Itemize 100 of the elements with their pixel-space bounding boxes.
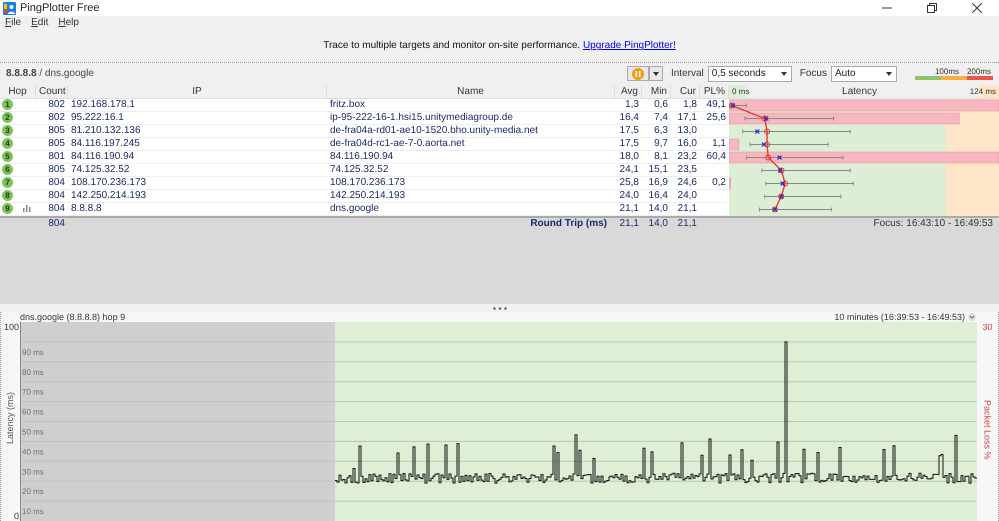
table-cell-text: 802 [47,112,66,124]
hop-number: 6 [2,164,13,176]
table-cell-text: 21,1 [618,202,640,215]
focus-range: Focus: 16:43:10 - 16:49:53 [872,218,994,229]
table-cell-text: 17,5 [618,124,640,137]
table-cell-text: 805 [47,138,66,150]
window-title: PingPlotter Free [20,2,100,14]
table-cell-text: 18,0 [618,150,640,163]
promo-text: Trace to multiple targets and monitor on-site performance. Upgrade PingPlotter! [323,40,676,52]
interval-select[interactable]: 0,5 seconds [708,66,792,82]
gridline-label: 10 ms [22,507,44,516]
table-cell-text: 74.125.32.52 [70,164,130,176]
table-cell-text: 23,2 [676,150,698,163]
table-cell-text: 84.116.197.245 [70,138,141,150]
latency-marker [778,167,784,174]
table-cell-text: 142.250.214.193 [329,190,406,202]
restore-icon [926,3,936,13]
axis-label: 30 [982,322,992,332]
latency-marker [754,128,770,134]
column-header[interactable]: Min [642,84,671,98]
table-row[interactable]: 8 804 142.250.214.193 142.250.214.193 24,0 16,4 24,0 [0,190,729,203]
latency-marker [762,115,769,122]
caret-icon [652,72,659,76]
table-cell-text: 84.116.190.94 [70,150,136,163]
bar-chart-icon[interactable] [23,205,31,212]
table-row[interactable]: 2 802 95.222.16.1 ip-95-222-16-1.hsi15.unitymediagroup.de 16,4 7,4 17,1 25,6 [0,112,729,125]
latency-column-header[interactable]: Latency [842,86,878,97]
table-cell-text: 16,4 [618,112,640,124]
table-cell-text: 1,3 [624,98,640,111]
table-cell-text: de-fra04d-rc1-ae-7-0.aorta.net [329,138,466,150]
gridline-label: 20 ms [22,487,44,496]
table-cell-text: 25,8 [618,176,640,189]
table-row[interactable]: 4 805 84.116.197.245 de-fra04d-rc1-ae-7-0.aorta.net 17,5 9,7 16,0 1,1 [0,138,729,151]
table-cell-text: 192.168.178.1 [70,98,136,111]
table-cell-text: 25,6 [706,112,727,124]
latency-range-whisker [730,102,747,108]
menu-item[interactable]: Help [58,17,79,28]
table-cell-text: 17,5 [618,138,640,150]
latency-marker [778,193,784,200]
table-cell-text: 95.222.16.1 [70,112,125,124]
graph-title: dns.google (8.8.8.8) hop 9 [20,312,126,322]
column-header[interactable]: Name [327,84,615,98]
table-cell-text: 24,0 [676,190,698,202]
hop-number: 4 [2,138,13,150]
gridline-label: 30 ms [22,467,44,476]
table-row[interactable]: 3 805 81.210.132.136 de-fra04a-rd01-ae10-1520.bho.unity-media.net 17,5 6,3 13,0 [0,124,729,138]
table-cell-text: 23,5 [676,164,698,176]
latency-marker [765,154,782,160]
chevron-down-icon[interactable] [968,313,976,322]
latency-max-label: 124 ms [970,86,996,96]
table-cell-text: 804 [47,176,66,189]
table-cell-text: 16,0 [676,138,698,150]
axis-label: 0 [14,511,19,521]
table-cell-text: 16,4 [648,190,669,202]
hop-number: 5 [2,151,13,162]
table-cell-text: 8.8.8.8 [70,202,103,215]
table-cell-text: 805 [47,164,66,176]
table-cell-text: 6,3 [653,124,669,137]
table-cell-text: 60,4 [706,150,727,163]
table-row[interactable]: 1 802 192.168.178.1 fritz.box 1,3 0,6 1,8 49,1 [0,98,729,112]
hop-number: 3 [2,125,13,136]
legend-label: 200ms [966,67,991,76]
target-title: 8.8.8.8 / dns.google [6,68,95,80]
axis-title: Latency (ms) [5,392,15,444]
focus-select[interactable]: Auto [831,66,897,82]
table-cell-text: 142.250.214.193 [70,190,148,202]
latency-marker [780,180,788,186]
dropdown-button[interactable] [648,66,663,82]
gridline-label: 50 ms [22,428,44,437]
column-header[interactable]: Count [36,84,68,98]
splitter-grip-icon[interactable] [492,306,506,310]
hop-number: 7 [2,177,13,188]
latency-marker [729,102,736,108]
table-cell-text: 16,9 [648,176,669,189]
gridline-label: 80 ms [22,368,44,377]
table-row[interactable]: 7 804 108.170.236.173 108.170.236.173 25,8 16,9 24,6 0,2 [0,176,729,190]
table-cell-text: 7,4 [653,112,669,124]
gridline-label: 40 ms [22,447,44,456]
menu-item[interactable]: Edit [31,17,48,28]
table-cell-text: ip-95-222-16-1.hsi15.unitymediagroup.de [329,112,514,124]
table-cell-text: 802 [47,98,66,111]
table-row[interactable]: 5 801 84.116.190.94 84.116.190.94 18,0 8,1 23,2 60,4 [0,150,729,164]
column-header[interactable]: Cur [671,84,700,98]
table-cell-text: 74.125.32.52 [329,164,390,176]
hop-number: 2 [2,112,13,124]
table-row[interactable]: 6 805 74.125.32.52 74.125.32.52 24,1 15,1 23,5 [0,164,729,177]
table-cell-text: 804 [47,190,66,202]
upgrade-link[interactable]: Upgrade PingPlotter! [582,40,676,52]
menu-item[interactable]: File [5,17,22,28]
table-cell-text: 9,7 [653,138,669,150]
table-cell-text: 14,0 [648,218,669,229]
column-header[interactable]: Hop [0,84,36,98]
gridline-label: 90 ms [22,348,44,357]
table-cell-text: 24,0 [618,190,640,202]
table-cell-text: 24,1 [618,164,640,176]
latency-marker [761,141,770,148]
table-cell-text: 804 [47,218,66,229]
time-range: 10 minutes (16:39:53 - 16:49:53) [834,312,965,322]
column-header[interactable]: IP [68,84,327,98]
column-header[interactable]: Avg [615,84,642,98]
